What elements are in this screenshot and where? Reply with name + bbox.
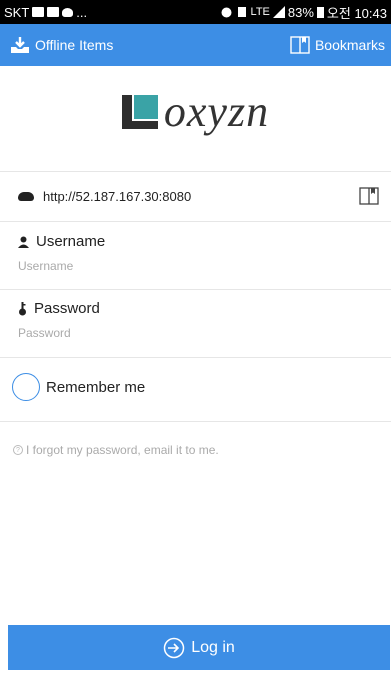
key-icon xyxy=(19,301,26,315)
server-row[interactable]: http://52.187.167.30:8080 xyxy=(0,173,391,219)
battery-percent: 83% xyxy=(287,4,314,20)
divider xyxy=(0,421,391,422)
password-label: Password xyxy=(34,300,100,317)
remember-me-toggle[interactable]: Remember me xyxy=(12,373,145,401)
username-input[interactable] xyxy=(18,259,348,273)
forgot-password-text: I forgot my password, email it to me. xyxy=(26,443,219,457)
login-label: Log in xyxy=(191,638,235,656)
status-bar-left: SKT ... xyxy=(4,5,87,20)
password-label-row: Password xyxy=(18,300,391,317)
username-field: Username xyxy=(0,233,391,273)
offline-items-label: Offline Items xyxy=(35,37,114,53)
twitter-notification-icon xyxy=(62,7,74,17)
more-notifications-label: ... xyxy=(76,4,88,20)
username-label: Username xyxy=(36,233,106,250)
mail-notification-icon xyxy=(47,7,60,17)
app-bar: Offline Items Bookmarks xyxy=(0,24,391,66)
remember-me-radio[interactable] xyxy=(12,373,40,401)
cloud-icon xyxy=(18,191,34,201)
clock: 오전 10:43 xyxy=(326,5,387,21)
username-label-row: Username xyxy=(18,233,391,250)
divider xyxy=(0,357,391,358)
remember-me-label: Remember me xyxy=(46,378,146,396)
password-input[interactable] xyxy=(18,326,348,340)
logo-mark-icon xyxy=(121,95,158,129)
signal-icon xyxy=(272,6,285,18)
download-icon xyxy=(11,37,29,53)
bookmark-book-icon xyxy=(290,36,310,54)
server-url: http://52.187.167.30:8080 xyxy=(43,188,192,204)
logo-text: oxyzn xyxy=(163,87,270,136)
divider xyxy=(0,171,391,172)
gallery-notification-icon xyxy=(32,7,45,17)
bottom-strip xyxy=(0,670,391,691)
forgot-password-link[interactable]: ? I forgot my password, email it to me. xyxy=(13,443,219,457)
question-icon: ? xyxy=(13,445,23,455)
divider xyxy=(0,221,391,222)
battery-icon xyxy=(316,6,324,18)
server-bookmark-icon[interactable] xyxy=(359,187,379,205)
vibrate-icon xyxy=(237,7,246,17)
network-type-label: LTE xyxy=(250,6,270,18)
login-arrow-icon xyxy=(163,637,185,658)
password-field: Password xyxy=(0,300,391,340)
login-button[interactable]: Log in xyxy=(8,625,390,670)
alarm-icon xyxy=(221,7,232,18)
user-icon xyxy=(18,236,29,248)
app-logo: oxyzn xyxy=(0,82,391,142)
offline-items-button[interactable]: Offline Items xyxy=(10,36,113,54)
bookmarks-label: Bookmarks xyxy=(314,37,385,53)
bookmarks-button[interactable]: Bookmarks xyxy=(290,36,385,54)
status-bar-right: LTE 83% 오전 10:43 xyxy=(220,3,387,22)
divider xyxy=(0,289,391,290)
status-bar: SKT ... LTE 83% 오전 10:43 xyxy=(0,0,391,24)
carrier-label: SKT xyxy=(4,4,30,20)
